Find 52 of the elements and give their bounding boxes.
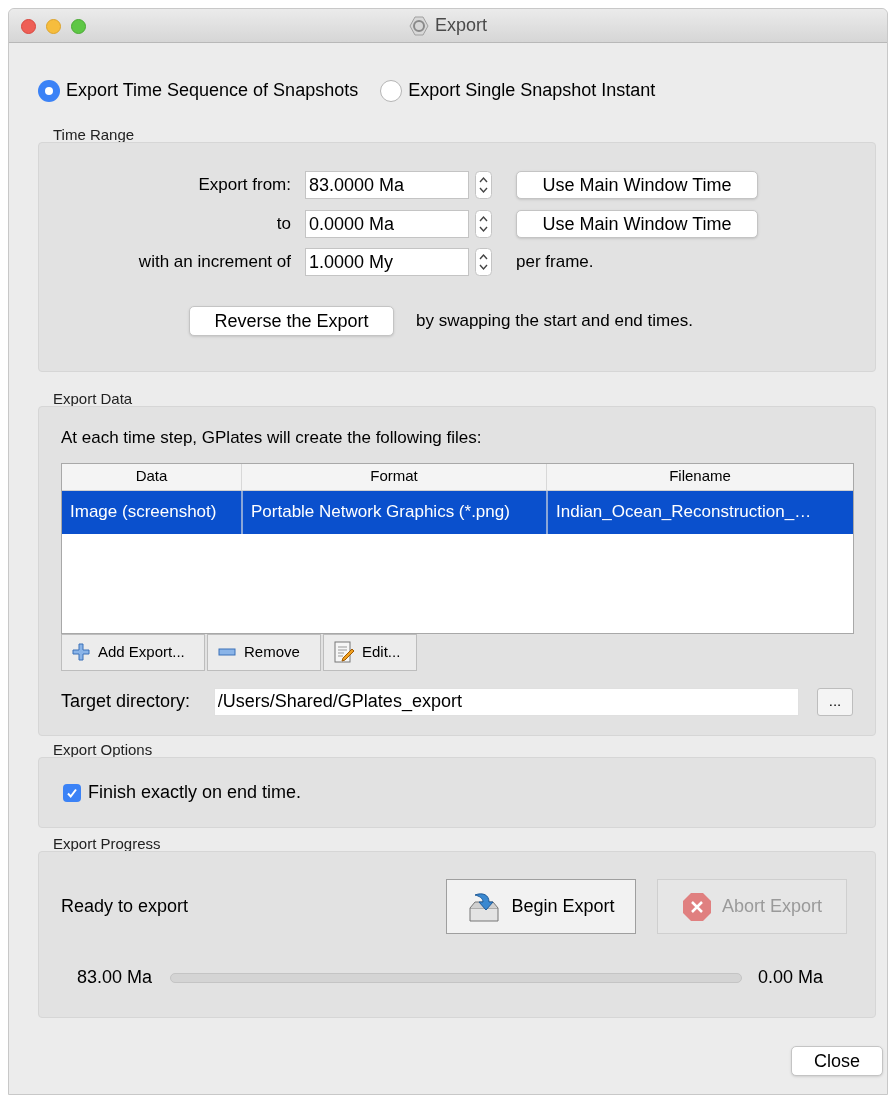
field-label: Export from:: [198, 174, 291, 197]
zoom-window-button[interactable]: [71, 19, 86, 34]
group-title: Export Progress: [53, 834, 161, 854]
reverse-export-button[interactable]: Reverse the Export: [189, 306, 394, 336]
directory-input-field[interactable]: /Users/Shared/GPlates_export: [213, 687, 800, 716]
radio-button[interactable]: [38, 79, 60, 102]
group-title: Time Range: [53, 125, 135, 145]
spin-buttons[interactable]: [475, 210, 492, 238]
radio-button[interactable]: [380, 79, 403, 102]
window-title: Export: [435, 14, 487, 37]
radio-label[interactable]: Export Single Snapshot Instant: [408, 77, 656, 104]
table-cell: Indian_Ocean_Reconstruction_…: [546, 490, 853, 534]
toolbar-button[interactable]: Remove: [207, 633, 321, 671]
checkbox[interactable]: [63, 783, 81, 802]
time-input-field[interactable]: 0.0000 Ma: [305, 210, 469, 238]
edit-document-icon: [334, 641, 354, 663]
status-text: Ready to export: [61, 895, 190, 918]
field-label: to: [276, 213, 291, 236]
radio-label[interactable]: Export Time Sequence of Snapshots: [66, 77, 359, 104]
reverse-note: by swapping the start and end times.: [416, 310, 693, 333]
app-logo-icon: [409, 15, 429, 36]
field-suffix: per frame.: [516, 251, 594, 274]
instruction-text: At each time step, GPlates will create the following files:: [61, 427, 482, 449]
toolbar-button[interactable]: Edit...: [323, 633, 417, 671]
table-cell-text: Image (screenshot): [69, 501, 218, 524]
use-main-window-time-button[interactable]: Use Main Window Time: [516, 171, 758, 199]
cancel-icon: [681, 891, 712, 922]
range-start-label: 83.00 Ma: [77, 966, 154, 989]
checkmark-icon: [66, 786, 78, 799]
checkbox-label[interactable]: Finish exactly on end time.: [88, 779, 302, 806]
group-title: Export Options: [53, 740, 153, 760]
minus-icon: [218, 648, 236, 656]
field-label: with an increment of: [138, 251, 291, 274]
table-cell: Portable Network Graphics (*.png): [241, 490, 546, 534]
toolbar-button[interactable]: Add Export...: [61, 633, 205, 671]
field-label: Target directory:: [61, 690, 192, 713]
time-input-field[interactable]: 1.0000 My: [305, 248, 469, 276]
use-main-window-time-button[interactable]: Use Main Window Time: [516, 210, 758, 238]
column-header[interactable]: Data: [62, 463, 241, 490]
time-input-field[interactable]: 83.0000 Ma: [305, 171, 469, 199]
spin-buttons[interactable]: [475, 248, 492, 276]
action-button[interactable]: Begin Export: [446, 879, 636, 934]
plus-icon: [72, 643, 90, 661]
group-title: Export Data: [53, 389, 133, 409]
browse-button[interactable]: ...: [817, 687, 853, 716]
close-window-button[interactable]: [21, 19, 36, 34]
column-header[interactable]: Filename: [546, 463, 853, 490]
range-end-label: 0.00 Ma: [758, 966, 824, 989]
table-row[interactable]: Image (screenshot) Portable Network Graphics (*.png) Indian_Ocean_Reconstruction_…: [62, 490, 853, 534]
spin-buttons[interactable]: [475, 171, 492, 199]
column-header[interactable]: Format: [241, 463, 546, 490]
close-button[interactable]: Close: [791, 1046, 883, 1076]
